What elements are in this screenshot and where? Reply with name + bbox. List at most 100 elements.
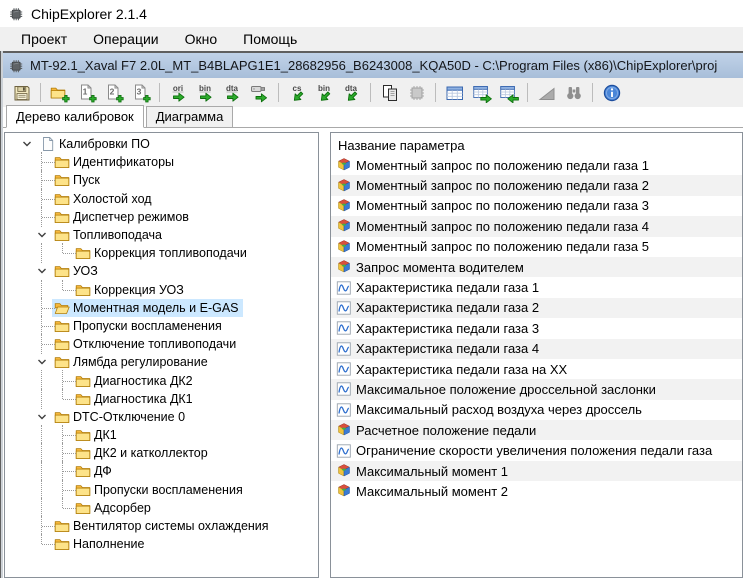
tree-item-content: Коррекция УОЗ [73, 281, 188, 299]
param-row[interactable]: Характеристика педали газа 3 [331, 318, 742, 338]
ramp-button [533, 80, 560, 105]
folder-icon [75, 245, 91, 261]
add-layer-2-button[interactable]: 2 [100, 80, 127, 105]
tree-item[interactable]: Коррекция УОЗ [5, 281, 318, 299]
tree-item[interactable]: Отключение топливоподачи [5, 335, 318, 353]
add-folder-button[interactable] [46, 80, 73, 105]
map-3d-icon [336, 239, 352, 255]
param-column-header[interactable]: Название параметра [331, 135, 742, 155]
menu-project[interactable]: Проект [8, 29, 80, 49]
param-label: Характеристика педали газа 3 [356, 321, 539, 336]
tree-item[interactable]: Моментная модель и E-GAS [5, 299, 318, 317]
tree-item[interactable]: Холостой ход [5, 190, 318, 208]
curve-icon [336, 341, 352, 357]
import-dta-button[interactable]: dta [338, 80, 365, 105]
tree-item[interactable]: Адсорбер [5, 499, 318, 517]
tree-connector [52, 444, 73, 462]
folder-icon [75, 463, 91, 479]
param-row[interactable]: Моментный запрос по положению педали газ… [331, 196, 742, 216]
param-row[interactable]: Запрос момента водителем [331, 257, 742, 277]
tree-item[interactable]: DTC-Отключение 0 [5, 408, 318, 426]
document-icon [40, 136, 56, 152]
tree-item[interactable]: УОЗ [5, 262, 318, 280]
menu-window[interactable]: Окно [172, 29, 231, 49]
param-list: Моментный запрос по положению педали газ… [331, 155, 742, 502]
tree-item[interactable]: Коррекция топливоподачи [5, 244, 318, 262]
param-row[interactable]: Характеристика педали газа на ХХ [331, 359, 742, 379]
export-usb-button[interactable] [246, 80, 273, 105]
tree-item[interactable]: Диспетчер режимов [5, 208, 318, 226]
param-row[interactable]: Моментный запрос по положению педали газ… [331, 237, 742, 257]
expand-chevron-icon[interactable] [31, 408, 52, 426]
folder-icon [54, 191, 70, 207]
add-layer-1-button[interactable]: 1 [73, 80, 100, 105]
tree-item[interactable]: ДФ [5, 462, 318, 480]
curve-icon [336, 361, 352, 377]
table-import-button[interactable] [495, 80, 522, 105]
menu-help[interactable]: Помощь [230, 29, 310, 49]
tree-connector [52, 244, 73, 262]
tree-item[interactable]: Идентификаторы [5, 153, 318, 171]
param-row[interactable]: Моментный запрос по положению педали газ… [331, 155, 742, 175]
param-row[interactable]: Характеристика педали газа 4 [331, 339, 742, 359]
export-bin-button[interactable]: bin [192, 80, 219, 105]
param-row[interactable]: Расчетное положение педали [331, 420, 742, 440]
folder-icon [54, 354, 70, 370]
table-export-button[interactable] [468, 80, 495, 105]
param-row[interactable]: Характеристика педали газа 1 [331, 277, 742, 297]
save-button[interactable] [8, 80, 35, 105]
tree-item[interactable]: Диагностика ДК1 [5, 390, 318, 408]
info-button[interactable] [598, 80, 625, 105]
info-icon [602, 83, 622, 103]
tree-item[interactable]: Топливоподача [5, 226, 318, 244]
tree-item[interactable]: Вентилятор системы охлаждения [5, 517, 318, 535]
tree-item[interactable]: ДК1 [5, 426, 318, 444]
param-label: Моментный запрос по положению педали газ… [356, 219, 649, 234]
expand-chevron-icon[interactable] [31, 226, 52, 244]
add-layer-3-button[interactable]: 3 [127, 80, 154, 105]
tree-item[interactable]: Пуск [5, 171, 318, 189]
tree-item-label: Моментная модель и E-GAS [73, 301, 239, 315]
export-dta-button[interactable]: dta [219, 80, 246, 105]
tree-item[interactable]: Пропуски воспламенения [5, 317, 318, 335]
tree-item[interactable]: Лямбда регулирование [5, 353, 318, 371]
child-window-frame-left [0, 51, 3, 578]
tab-diagram[interactable]: Диаграмма [146, 106, 234, 128]
compare-button[interactable] [376, 80, 403, 105]
folder-icon [54, 154, 70, 170]
tree-item-content: DTC-Отключение 0 [52, 408, 189, 426]
param-row[interactable]: Максимальный расход воздуха через дроссе… [331, 400, 742, 420]
tree-guide [31, 444, 52, 462]
tree-item[interactable]: ДК2 и катколлектор [5, 444, 318, 462]
chip-icon [8, 58, 24, 74]
import-cs-button[interactable]: cs [284, 80, 311, 105]
params-panel[interactable]: Название параметра Моментный запрос по п… [330, 132, 743, 578]
folder-icon [54, 409, 70, 425]
expand-chevron-icon[interactable] [21, 138, 33, 150]
tree-item[interactable]: Пропуски воспламенения [5, 481, 318, 499]
param-row[interactable]: Ограничение скорости увеличения положени… [331, 440, 742, 460]
tree-item-content: Пропуски воспламенения [73, 481, 247, 499]
copy-icon [380, 83, 400, 103]
tree-panel[interactable]: Калибровки ПОИдентификаторыПускХолостой … [4, 132, 319, 578]
folder-icon [54, 263, 70, 279]
tree-item[interactable]: Наполнение [5, 535, 318, 553]
tree-item[interactable]: Калибровки ПО [5, 135, 318, 153]
param-row[interactable]: Характеристика педали газа 2 [331, 298, 742, 318]
param-row[interactable]: Моментный запрос по положению педали газ… [331, 216, 742, 236]
menu-operations[interactable]: Операции [80, 29, 172, 49]
export-ori-button[interactable]: ori [165, 80, 192, 105]
label-import-icon: dta [342, 83, 362, 103]
param-row[interactable]: Максимальный момент 2 [331, 481, 742, 501]
tab-calibration-tree[interactable]: Дерево калибровок [6, 105, 144, 128]
param-row[interactable]: Максимальный момент 1 [331, 461, 742, 481]
tree-item-content: Калибровки ПО [38, 135, 154, 153]
table-button[interactable] [441, 80, 468, 105]
tree-item[interactable]: Диагностика ДК2 [5, 371, 318, 389]
param-row[interactable]: Максимальное положение дроссельной засло… [331, 379, 742, 399]
tree-item-label: ДК1 [94, 428, 117, 442]
expand-chevron-icon[interactable] [31, 353, 52, 371]
param-row[interactable]: Моментный запрос по положению педали газ… [331, 175, 742, 195]
import-bin-button[interactable]: bin [311, 80, 338, 105]
expand-chevron-icon[interactable] [31, 262, 52, 280]
